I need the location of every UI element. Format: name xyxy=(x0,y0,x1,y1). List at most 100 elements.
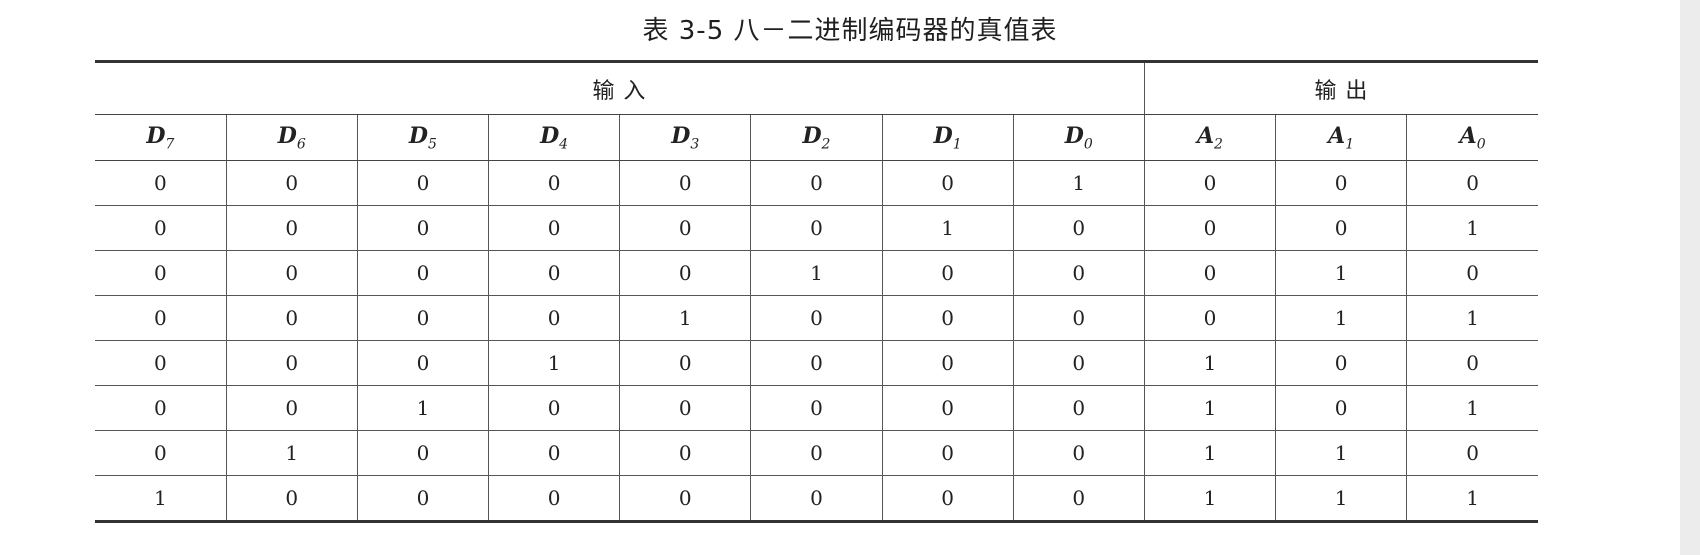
table-cell: 0 xyxy=(619,205,751,251)
table-cell: 1 xyxy=(1406,295,1538,341)
column-header-a1: A1 xyxy=(1275,114,1407,161)
table-cell: 0 xyxy=(881,160,1014,206)
column-subscript: 1 xyxy=(1345,136,1355,153)
table-cell: 1 xyxy=(356,385,489,431)
table-cell: 0 xyxy=(488,160,620,206)
table-cell: 1 xyxy=(1012,160,1145,206)
table-cell: 0 xyxy=(356,160,489,206)
table-cell: 0 xyxy=(1143,205,1276,251)
table-cell: 0 xyxy=(881,385,1014,431)
column-header-a0: A0 xyxy=(1406,114,1538,161)
column-letter: D xyxy=(671,122,691,149)
table-cell: 0 xyxy=(356,340,489,386)
column-header-d2: D2 xyxy=(750,114,883,161)
column-header-d6: D6 xyxy=(225,114,358,161)
table-cell: 1 xyxy=(1275,295,1407,341)
table-cell: 0 xyxy=(356,475,489,523)
table-cell: 0 xyxy=(1012,475,1145,523)
table-cell: 0 xyxy=(750,160,883,206)
table-cell: 0 xyxy=(619,340,751,386)
column-subscript: 2 xyxy=(821,136,831,153)
table-cell: 1 xyxy=(488,340,620,386)
table-cell: 1 xyxy=(1406,475,1538,523)
column-subscript: 7 xyxy=(165,136,175,153)
table-cell: 1 xyxy=(1406,205,1538,251)
table-row: 00000010001 xyxy=(95,205,1538,251)
table-cell: 0 xyxy=(1275,385,1407,431)
table-cell: 1 xyxy=(1275,430,1407,476)
table-cell: 0 xyxy=(1406,430,1538,476)
table-cell: 0 xyxy=(1406,160,1538,206)
column-subscript: 2 xyxy=(1214,136,1223,153)
group-header-row: 输 入 输 出 xyxy=(95,60,1538,115)
column-letter: A xyxy=(1328,122,1346,149)
table-cell: 0 xyxy=(225,205,358,251)
column-header-d1: D1 xyxy=(881,114,1014,161)
table-cell: 0 xyxy=(881,295,1014,341)
table-cell: 1 xyxy=(881,205,1014,251)
column-header-d4: D4 xyxy=(488,114,620,161)
column-subscript: 0 xyxy=(1083,136,1093,153)
table-row: 10000000111 xyxy=(95,475,1538,523)
table-cell: 0 xyxy=(619,385,751,431)
table-cell: 0 xyxy=(225,160,358,206)
column-subscript: 5 xyxy=(428,136,437,153)
table-cell: 1 xyxy=(1143,475,1276,523)
table-caption: 表 3-5 八－二进制编码器的真值表 xyxy=(642,16,1058,46)
table-cell: 0 xyxy=(225,385,358,431)
table-cell: 0 xyxy=(356,205,489,251)
table-row: 00000001000 xyxy=(95,160,1538,206)
table-cell: 1 xyxy=(225,430,358,476)
table-cell: 0 xyxy=(225,250,358,296)
table-cell: 0 xyxy=(356,430,489,476)
column-letter: D xyxy=(802,122,822,149)
table-cell: 0 xyxy=(95,430,227,476)
column-subscript: 1 xyxy=(952,136,962,153)
table-cell: 0 xyxy=(95,340,227,386)
table-cell: 0 xyxy=(1143,295,1276,341)
column-letter: D xyxy=(277,122,297,149)
table-cell: 0 xyxy=(750,340,883,386)
table-cell: 0 xyxy=(750,295,883,341)
table-cell: 0 xyxy=(1275,160,1407,206)
table-cell: 0 xyxy=(488,295,620,341)
table-cell: 0 xyxy=(750,475,883,523)
table-cell: 0 xyxy=(881,430,1014,476)
column-subscript: 0 xyxy=(1476,136,1486,153)
table-cell: 0 xyxy=(488,250,620,296)
table-cell: 0 xyxy=(619,250,751,296)
column-subscript: 6 xyxy=(296,136,306,153)
table-cell: 0 xyxy=(1143,250,1276,296)
column-subscript: 3 xyxy=(690,136,700,153)
table-cell: 1 xyxy=(1275,475,1407,523)
table-cell: 1 xyxy=(619,295,751,341)
column-letter: D xyxy=(540,122,560,149)
table-cell: 0 xyxy=(488,430,620,476)
table-cell: 0 xyxy=(619,430,751,476)
table-row: 01000000110 xyxy=(95,430,1538,476)
table-cell: 0 xyxy=(881,340,1014,386)
table-cell: 1 xyxy=(1275,250,1407,296)
table-cell: 0 xyxy=(750,385,883,431)
table-cell: 0 xyxy=(95,295,227,341)
column-letter: A xyxy=(1196,122,1215,149)
table-cell: 0 xyxy=(1143,160,1276,206)
table-cell: 0 xyxy=(95,160,227,206)
table-cell: 0 xyxy=(488,385,620,431)
table-cell: 0 xyxy=(225,295,358,341)
table-row: 00010000100 xyxy=(95,340,1538,386)
table-cell: 0 xyxy=(619,160,751,206)
column-letter: D xyxy=(1064,122,1084,149)
column-letter: D xyxy=(146,122,166,149)
table-cell: 0 xyxy=(95,205,227,251)
table-cell: 0 xyxy=(1012,250,1145,296)
table-cell: 0 xyxy=(881,250,1014,296)
table-cell: 0 xyxy=(1275,340,1407,386)
table-cell: 0 xyxy=(1012,430,1145,476)
table-cell: 1 xyxy=(1143,340,1276,386)
page-edge xyxy=(1680,0,1700,555)
column-subscript: 4 xyxy=(559,136,569,153)
input-group-header: 输 入 xyxy=(95,60,1145,115)
table-cell: 0 xyxy=(881,475,1014,523)
table-cell: 0 xyxy=(356,250,489,296)
